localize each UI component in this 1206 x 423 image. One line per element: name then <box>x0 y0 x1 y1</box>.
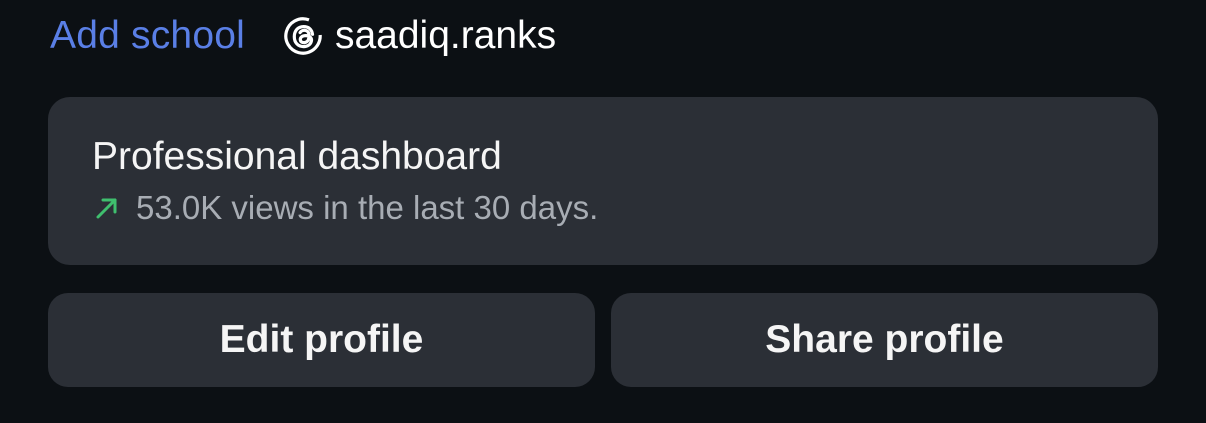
threads-handle: saadiq.ranks <box>334 14 557 57</box>
threads-icon <box>283 16 323 56</box>
trend-up-arrow-icon <box>92 193 122 223</box>
dashboard-views-stat: 53.0K views in the last 30 days. <box>136 189 599 226</box>
add-school-link[interactable]: Add school <box>50 14 245 58</box>
threads-profile-link[interactable]: saadiq.ranks <box>283 14 556 58</box>
share-profile-button[interactable]: Share profile <box>611 293 1158 387</box>
edit-profile-button[interactable]: Edit profile <box>48 293 595 387</box>
professional-dashboard-card[interactable]: Professional dashboard 53.0K views in th… <box>48 97 1158 265</box>
dashboard-title: Professional dashboard <box>92 135 502 178</box>
profile-links-row: Add school saadiq.ranks <box>50 8 556 64</box>
dashboard-stat-row: 53.0K views in the last 30 days. <box>92 189 598 227</box>
